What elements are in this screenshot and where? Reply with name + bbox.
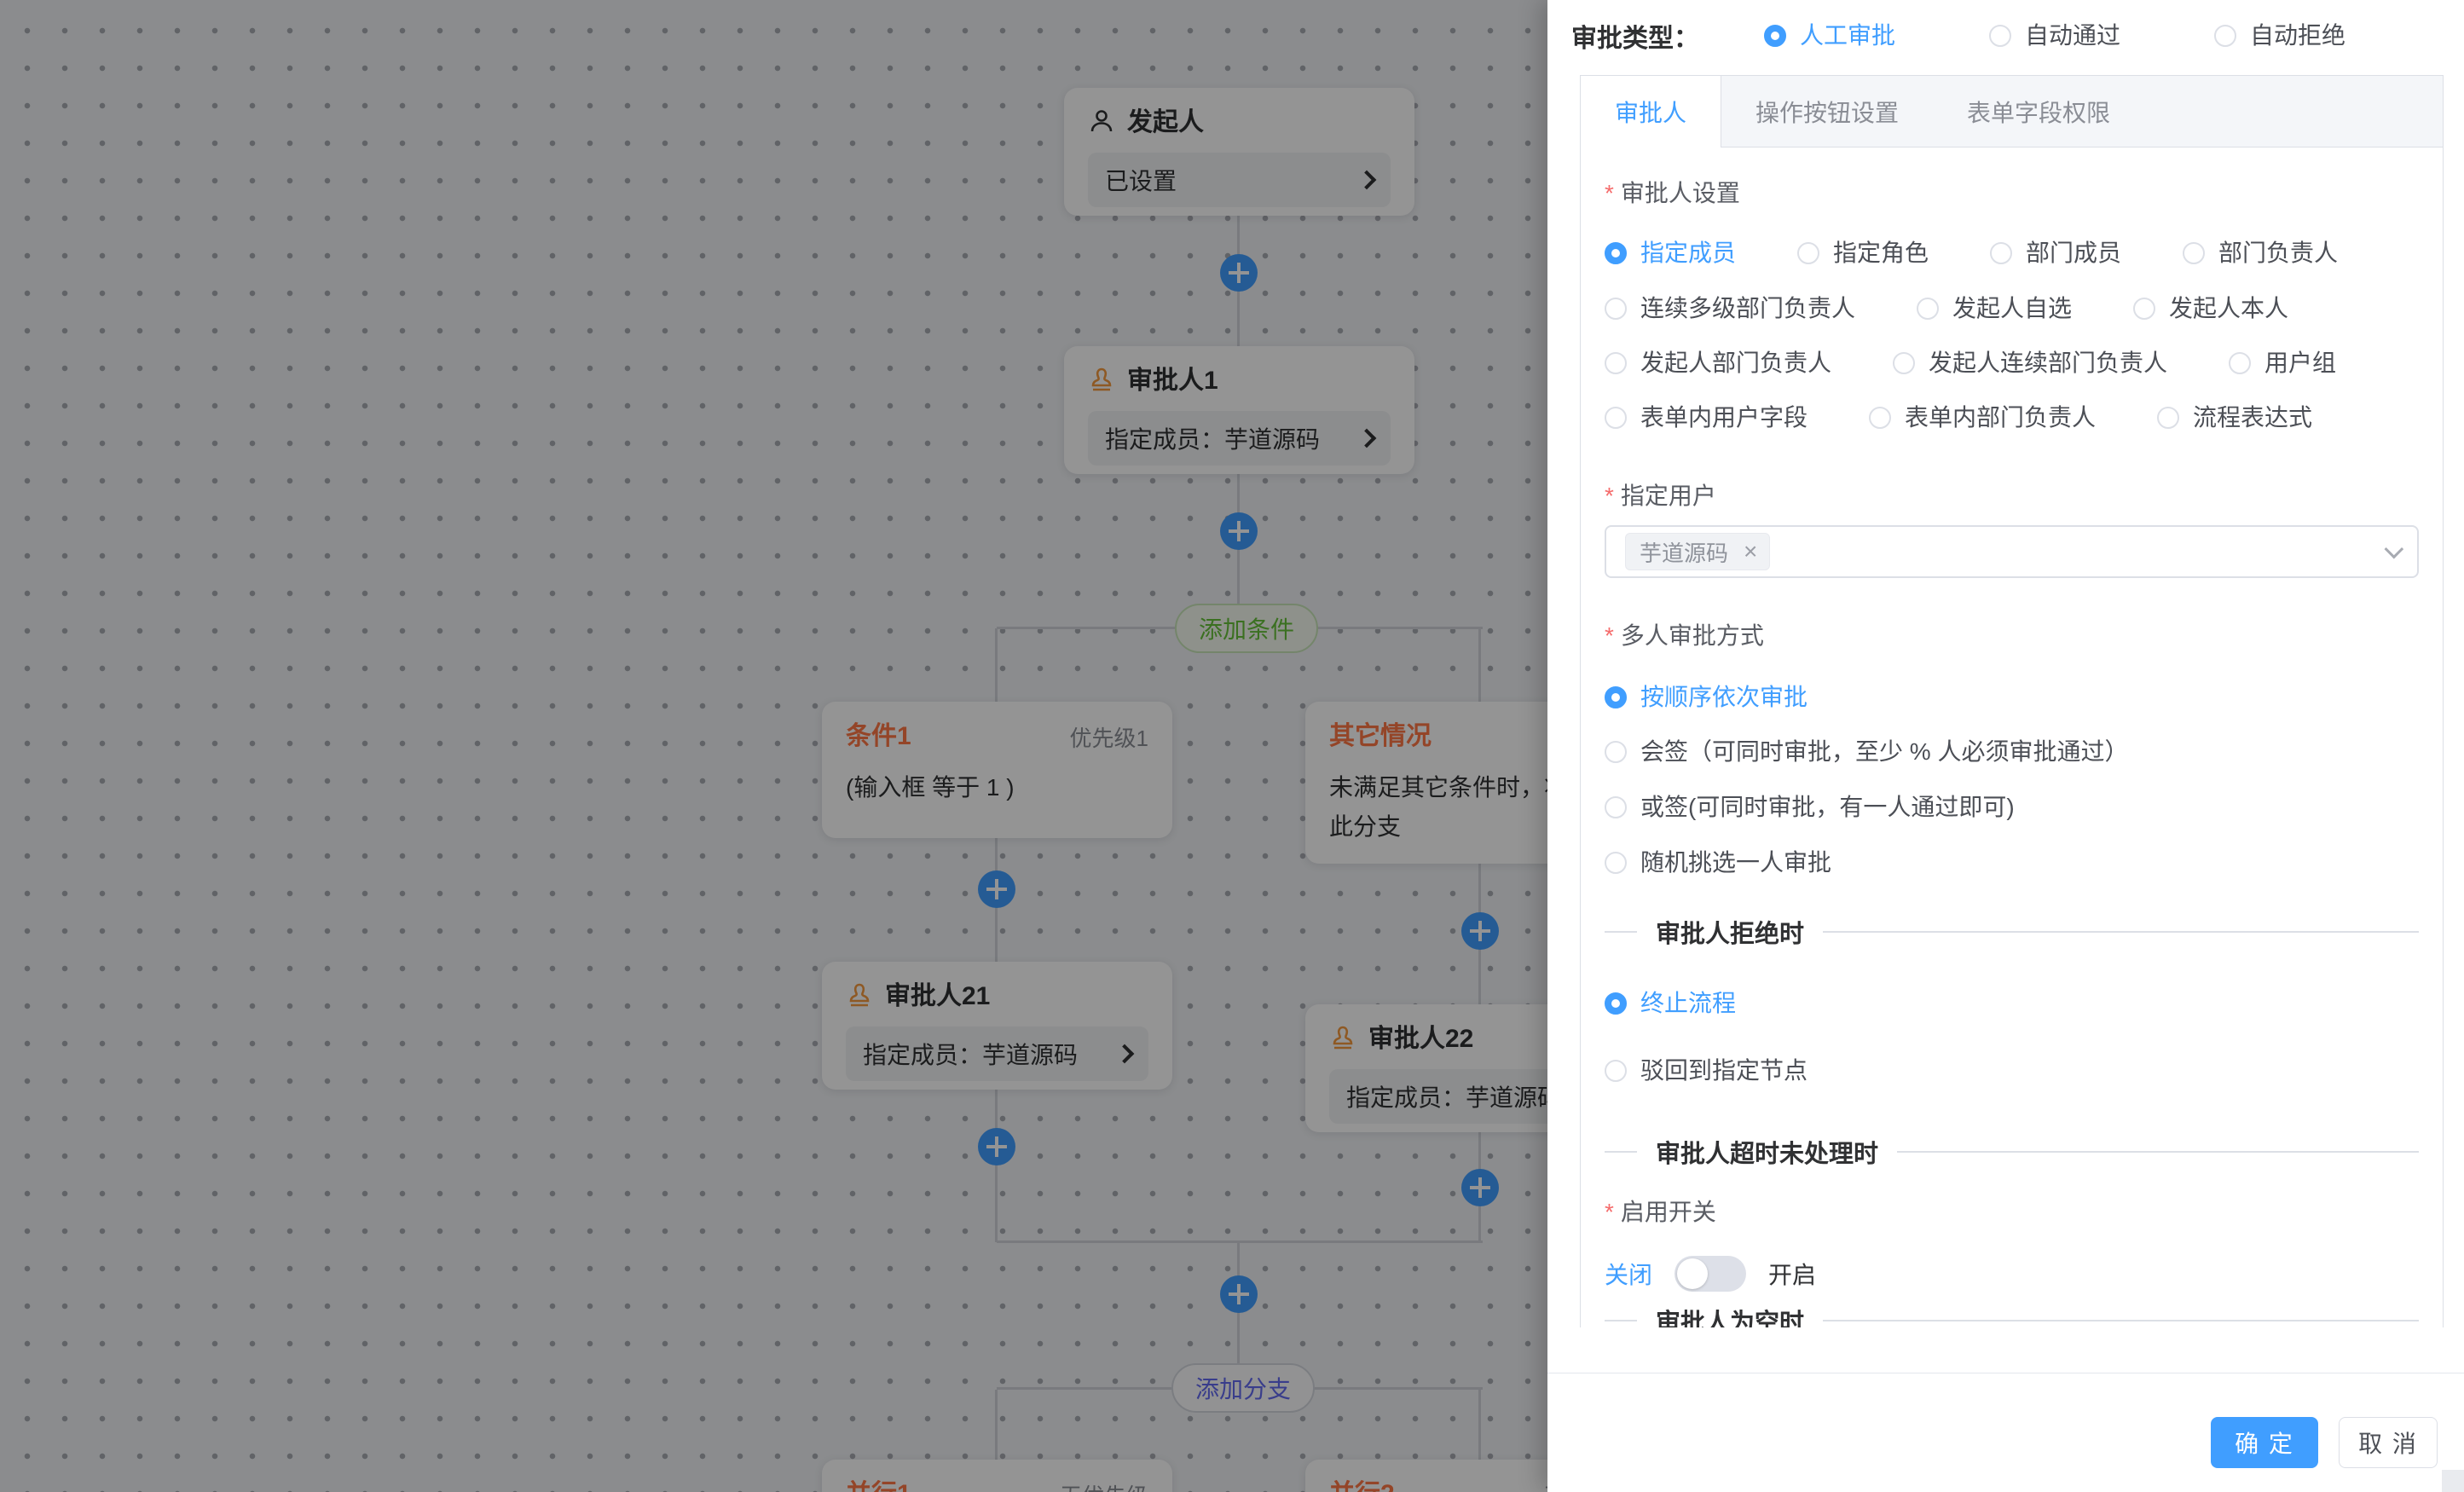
radio-auto-approve[interactable]: 自动通过 xyxy=(1989,19,2120,53)
config-tabs-card: 审批人 操作按钮设置 表单字段权限 * 审批人设置 xyxy=(1580,75,2444,1327)
radio-icon xyxy=(1605,1060,1627,1082)
empty-approver-section-title: 审批人为空时 xyxy=(1637,1303,1823,1327)
multi-mode-row2: 会签（可同时审批，至少 % 人必须审批通过） xyxy=(1605,735,2419,769)
switch-off-label[interactable]: 关闭 xyxy=(1605,1257,1652,1291)
tag-close-icon[interactable]: × xyxy=(1737,535,1764,569)
required-asterisk: * xyxy=(1605,621,1614,651)
approver-setting-row4: 表单内用户字段 表单内部门负责人 流程表达式 xyxy=(1605,401,2419,435)
radio-form-user-field[interactable]: 表单内用户字段 xyxy=(1605,401,1808,435)
toggle-knob xyxy=(1677,1258,1708,1289)
required-asterisk: * xyxy=(1605,481,1614,512)
radio-icon xyxy=(2183,242,2205,264)
cancel-button[interactable]: 取 消 xyxy=(2339,1417,2438,1468)
switch-on-label[interactable]: 开启 xyxy=(1768,1257,1816,1291)
user-tag: 芋道源码 × xyxy=(1625,533,1770,570)
required-asterisk: * xyxy=(1605,178,1614,209)
approver-setting-row3: 发起人部门负责人 发起人连续部门负责人 用户组 xyxy=(1605,346,2419,380)
radio-random-one[interactable]: 随机挑选一人审批 xyxy=(1605,846,1831,880)
reject-row2: 驳回到指定节点 xyxy=(1605,1054,2419,1088)
radio-sequential-approval[interactable]: 按顺序依次审批 xyxy=(1605,680,1808,714)
scrollbar-corner xyxy=(2442,1470,2464,1492)
multi-mode-label: * 多人审批方式 xyxy=(1605,621,2419,651)
radio-icon xyxy=(2133,298,2155,320)
radio-process-expression[interactable]: 流程表达式 xyxy=(2157,401,2312,435)
radio-icon xyxy=(1797,242,1819,264)
radio-icon xyxy=(1605,852,1627,874)
radio-auto-reject[interactable]: 自动拒绝 xyxy=(2214,19,2345,53)
chevron-down-icon xyxy=(2385,540,2404,559)
radio-icon xyxy=(1917,298,1939,320)
approval-type-label: 审批类型： xyxy=(1571,17,1699,55)
enable-switch-label: * 启用开关 xyxy=(1605,1197,2419,1228)
workflow-designer-screen: 发起人 已设置 审批人1 指定成员：芋道源码 xyxy=(0,0,2464,1492)
radio-icon xyxy=(1605,796,1627,818)
radio-designated-role[interactable]: 指定角色 xyxy=(1797,236,1929,270)
reject-section-title: 审批人拒绝时 xyxy=(1637,914,1823,950)
radio-initiator-dept-leader[interactable]: 发起人部门负责人 xyxy=(1605,346,1831,380)
approver-setting-label: * 审批人设置 xyxy=(1605,178,2419,209)
radio-form-dept-leader[interactable]: 表单内部门负责人 xyxy=(1869,401,2096,435)
radio-icon xyxy=(1605,741,1627,763)
radio-icon xyxy=(1605,242,1627,264)
empty-approver-section-divider: 审批人为空时 xyxy=(1605,1305,2419,1327)
timeout-section-title: 审批人超时未处理时 xyxy=(1637,1134,1897,1170)
radio-icon xyxy=(1989,25,2011,47)
radio-return-to-node[interactable]: 驳回到指定节点 xyxy=(1605,1054,1808,1088)
approver-config-drawer: 审批类型： 人工审批 自动通过 自动拒绝 审批人 xyxy=(1547,0,2464,1492)
radio-manual-approval[interactable]: 人工审批 xyxy=(1764,19,1895,53)
timeout-toggle[interactable] xyxy=(1674,1256,1746,1292)
multi-mode-row3: 或签(可同时审批，有一人通过即可) xyxy=(1605,790,2419,824)
radio-dept-member[interactable]: 部门成员 xyxy=(1990,236,2121,270)
radio-dept-leader[interactable]: 部门负责人 xyxy=(2183,236,2338,270)
radio-initiator-multi-dept-leader[interactable]: 发起人连续部门负责人 xyxy=(1893,346,2167,380)
radio-or-sign[interactable]: 或签(可同时审批，有一人通过即可) xyxy=(1605,790,2015,824)
radio-icon xyxy=(1764,25,1786,47)
radio-icon xyxy=(1869,407,1891,429)
assign-user-label: * 指定用户 xyxy=(1605,481,2419,512)
radio-initiator-choose[interactable]: 发起人自选 xyxy=(1917,292,2072,326)
radio-icon xyxy=(1605,298,1627,320)
reject-section-divider: 审批人拒绝时 xyxy=(1605,917,2419,947)
approver-setting-row2: 连续多级部门负责人 发起人自选 发起人本人 xyxy=(1605,292,2419,326)
timeout-switch-row: 关闭 开启 xyxy=(1605,1252,2419,1296)
radio-designated-member[interactable]: 指定成员 xyxy=(1605,236,1736,270)
required-asterisk: * xyxy=(1605,1197,1614,1228)
tab-action-buttons[interactable]: 操作按钮设置 xyxy=(1721,76,1933,147)
approver-setting-row1: 指定成员 指定角色 部门成员 部门负责人 xyxy=(1605,236,2419,270)
reject-row1: 终止流程 xyxy=(1605,986,2419,1021)
tab-form-field-permissions[interactable]: 表单字段权限 xyxy=(1933,76,2144,147)
radio-initiator-self[interactable]: 发起人本人 xyxy=(2133,292,2288,326)
radio-icon xyxy=(2229,352,2251,374)
approval-type-row: 审批类型： 人工审批 自动通过 自动拒绝 xyxy=(1571,12,2440,60)
multi-mode-row4: 随机挑选一人审批 xyxy=(1605,846,2419,880)
radio-countersign[interactable]: 会签（可同时审批，至少 % 人必须审批通过） xyxy=(1605,735,2128,769)
radio-icon xyxy=(1605,686,1627,708)
radio-icon xyxy=(2214,25,2236,47)
tab-approver[interactable]: 审批人 xyxy=(1581,76,1721,147)
radio-icon xyxy=(1605,992,1627,1015)
radio-icon xyxy=(1990,242,2012,264)
radio-terminate-process[interactable]: 终止流程 xyxy=(1605,986,1736,1021)
radio-multi-level-dept-leader[interactable]: 连续多级部门负责人 xyxy=(1605,292,1855,326)
tabs-header: 审批人 操作按钮设置 表单字段权限 xyxy=(1581,76,2443,147)
timeout-section-divider: 审批人超时未处理时 xyxy=(1605,1136,2419,1167)
radio-icon xyxy=(1605,407,1627,429)
radio-icon xyxy=(1605,352,1627,374)
radio-user-group[interactable]: 用户组 xyxy=(2229,346,2336,380)
radio-icon xyxy=(2157,407,2179,429)
confirm-button[interactable]: 确 定 xyxy=(2211,1417,2318,1468)
assign-user-select[interactable]: 芋道源码 × xyxy=(1605,525,2419,578)
multi-mode-row1: 按顺序依次审批 xyxy=(1605,680,2419,714)
radio-icon xyxy=(1893,352,1915,374)
tab-panel-approver: * 审批人设置 指定成员 指定角色 部门成员 xyxy=(1581,147,2443,1327)
